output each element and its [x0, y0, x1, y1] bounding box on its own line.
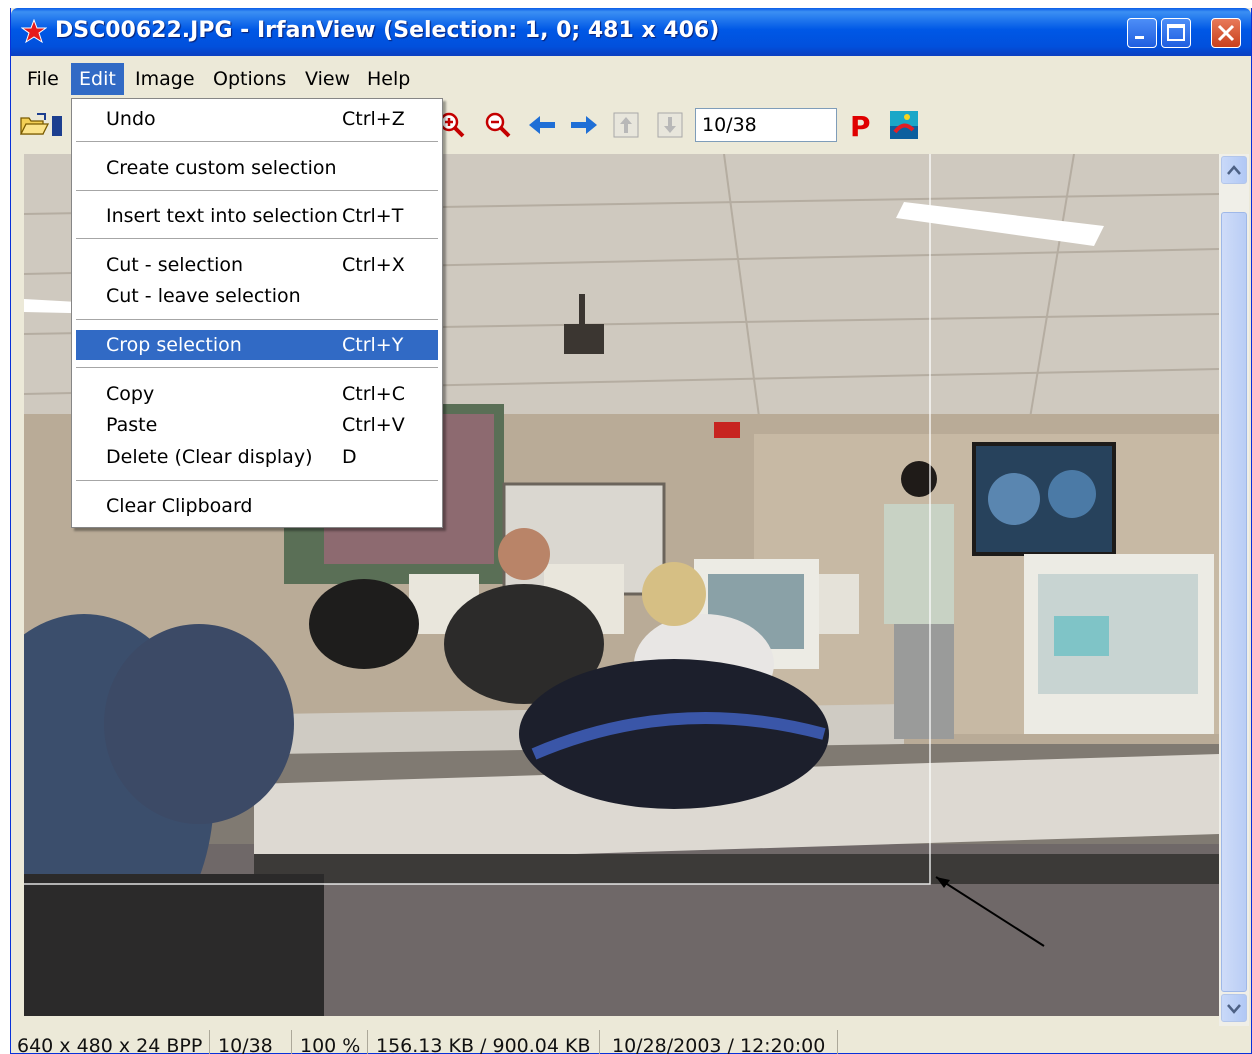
menu-item-label: Cut - leave selection: [106, 285, 301, 307]
previous-arrow-icon: [529, 116, 555, 134]
close-button[interactable]: [1211, 18, 1241, 48]
menu-item-label: Copy: [106, 383, 155, 405]
menu-options[interactable]: Options: [205, 63, 294, 95]
menu-item-copy[interactable]: Copy Ctrl+C: [76, 379, 438, 409]
next-arrow-icon: [571, 116, 597, 134]
menu-item-cut-leave-selection[interactable]: Cut - leave selection: [76, 281, 438, 311]
open-folder-button[interactable]: [17, 108, 51, 142]
menu-item-create-custom-selection[interactable]: Create custom selection: [76, 153, 438, 183]
status-position: 10/38: [209, 1030, 273, 1054]
status-bar: 640 x 480 x 24 BPP 10/38 100 % 156.13 KB…: [11, 1030, 1251, 1054]
menu-item-label: Undo: [106, 108, 156, 130]
menu-item-label: Create custom selection: [106, 157, 337, 179]
close-icon: [1217, 24, 1235, 42]
menu-item-clear-clipboard[interactable]: Clear Clipboard: [76, 491, 438, 521]
irfanview-app-icon: [21, 19, 47, 44]
menu-separator: [76, 238, 438, 240]
open-folder-icon: [19, 113, 49, 135]
save-icon: [52, 116, 62, 136]
vertical-scrollbar[interactable]: [1219, 154, 1249, 1026]
irfanview-logo-icon: [890, 111, 918, 139]
scroll-thumb[interactable]: [1221, 212, 1247, 992]
status-empty: [837, 1030, 846, 1054]
menu-item-shortcut: Ctrl+Y: [342, 334, 404, 356]
first-page-icon: [613, 112, 639, 138]
menu-item-label: Cut - selection: [106, 254, 244, 276]
last-page-button[interactable]: [653, 108, 687, 142]
maximize-button[interactable]: [1161, 18, 1191, 48]
menu-item-shortcut: Ctrl+C: [342, 383, 405, 405]
menu-item-label: Insert text into selection: [106, 205, 338, 227]
menu-item-undo[interactable]: Undo Ctrl+Z: [76, 104, 438, 134]
svg-text:P: P: [850, 110, 871, 140]
scroll-up-button[interactable]: [1221, 156, 1247, 184]
menu-separator: [76, 190, 438, 192]
menu-item-shortcut: Ctrl+V: [342, 414, 405, 436]
chevron-down-icon: [1227, 1004, 1241, 1014]
menu-bar: File Edit Image Options View Help: [11, 63, 1251, 95]
menu-view[interactable]: View: [297, 63, 358, 95]
print-icon: P: [850, 110, 871, 140]
page-counter-field[interactable]: 10/38: [695, 108, 837, 142]
menu-item-shortcut: Ctrl+Z: [342, 108, 405, 130]
menu-file[interactable]: File: [19, 63, 67, 95]
chevron-up-icon: [1227, 165, 1241, 175]
save-button[interactable]: [51, 108, 63, 142]
print-button[interactable]: P: [843, 108, 877, 142]
edit-menu-dropdown: Undo Ctrl+Z Create custom selection Inse…: [71, 98, 443, 528]
menu-separator: [76, 141, 438, 143]
menu-item-paste[interactable]: Paste Ctrl+V: [76, 410, 438, 440]
menu-image[interactable]: Image: [127, 63, 203, 95]
menu-separator: [76, 480, 438, 482]
window-title: DSC00622.JPG - IrfanView (Selection: 1, …: [55, 18, 720, 43]
menu-item-label: Clear Clipboard: [106, 495, 253, 517]
menu-edit[interactable]: Edit: [71, 63, 124, 95]
irfanview-window: DSC00622.JPG - IrfanView (Selection: 1, …: [10, 8, 1252, 1054]
next-image-button[interactable]: [567, 108, 601, 142]
menu-item-delete[interactable]: Delete (Clear display) D: [76, 442, 438, 472]
status-zoom: 100 %: [291, 1030, 360, 1054]
status-date: 10/28/2003 / 12:20:00: [599, 1030, 825, 1054]
menu-item-cut-selection[interactable]: Cut - selection Ctrl+X: [76, 250, 438, 280]
menu-separator: [76, 367, 438, 369]
previous-image-button[interactable]: [525, 108, 559, 142]
last-page-icon: [657, 112, 683, 138]
irfanview-about-button[interactable]: [887, 108, 921, 142]
menu-item-label: Crop selection: [106, 334, 242, 356]
minimize-button[interactable]: [1127, 18, 1157, 48]
menu-item-crop-selection[interactable]: Crop selection Ctrl+Y: [76, 330, 438, 360]
menu-item-insert-text[interactable]: Insert text into selection Ctrl+T: [76, 201, 438, 231]
menu-item-label: Paste: [106, 414, 158, 436]
status-file-size: 156.13 KB / 900.04 KB: [367, 1030, 591, 1054]
maximize-icon: [1167, 24, 1185, 41]
status-dimensions: 640 x 480 x 24 BPP: [17, 1035, 203, 1054]
menu-separator: [76, 319, 438, 321]
menu-item-shortcut: Ctrl+X: [342, 254, 405, 276]
zoom-out-button[interactable]: [481, 108, 515, 142]
minimize-icon: [1135, 36, 1144, 39]
title-bar[interactable]: DSC00622.JPG - IrfanView (Selection: 1, …: [11, 8, 1251, 56]
menu-item-shortcut: D: [342, 446, 357, 468]
menu-help[interactable]: Help: [359, 63, 418, 95]
menu-item-shortcut: Ctrl+T: [342, 205, 404, 227]
zoom-out-icon: [485, 112, 511, 138]
menu-item-label: Delete (Clear display): [106, 446, 313, 468]
scroll-down-button[interactable]: [1221, 994, 1247, 1022]
first-page-button[interactable]: [609, 108, 643, 142]
